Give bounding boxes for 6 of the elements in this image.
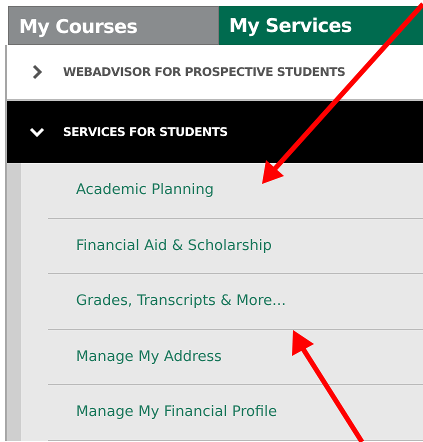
tab[interactable]: My Services [219, 6, 423, 45]
section-header[interactable]: SERVICES FOR STUDENTS [7, 101, 423, 163]
menu-link[interactable]: Financial Aid & Scholarship [48, 218, 423, 274]
tab[interactable]: My Courses [8, 6, 219, 45]
menu-link[interactable]: Manage My Financial Profile [48, 385, 423, 440]
menu-link[interactable]: Grades, Transcripts & More... [48, 274, 423, 330]
